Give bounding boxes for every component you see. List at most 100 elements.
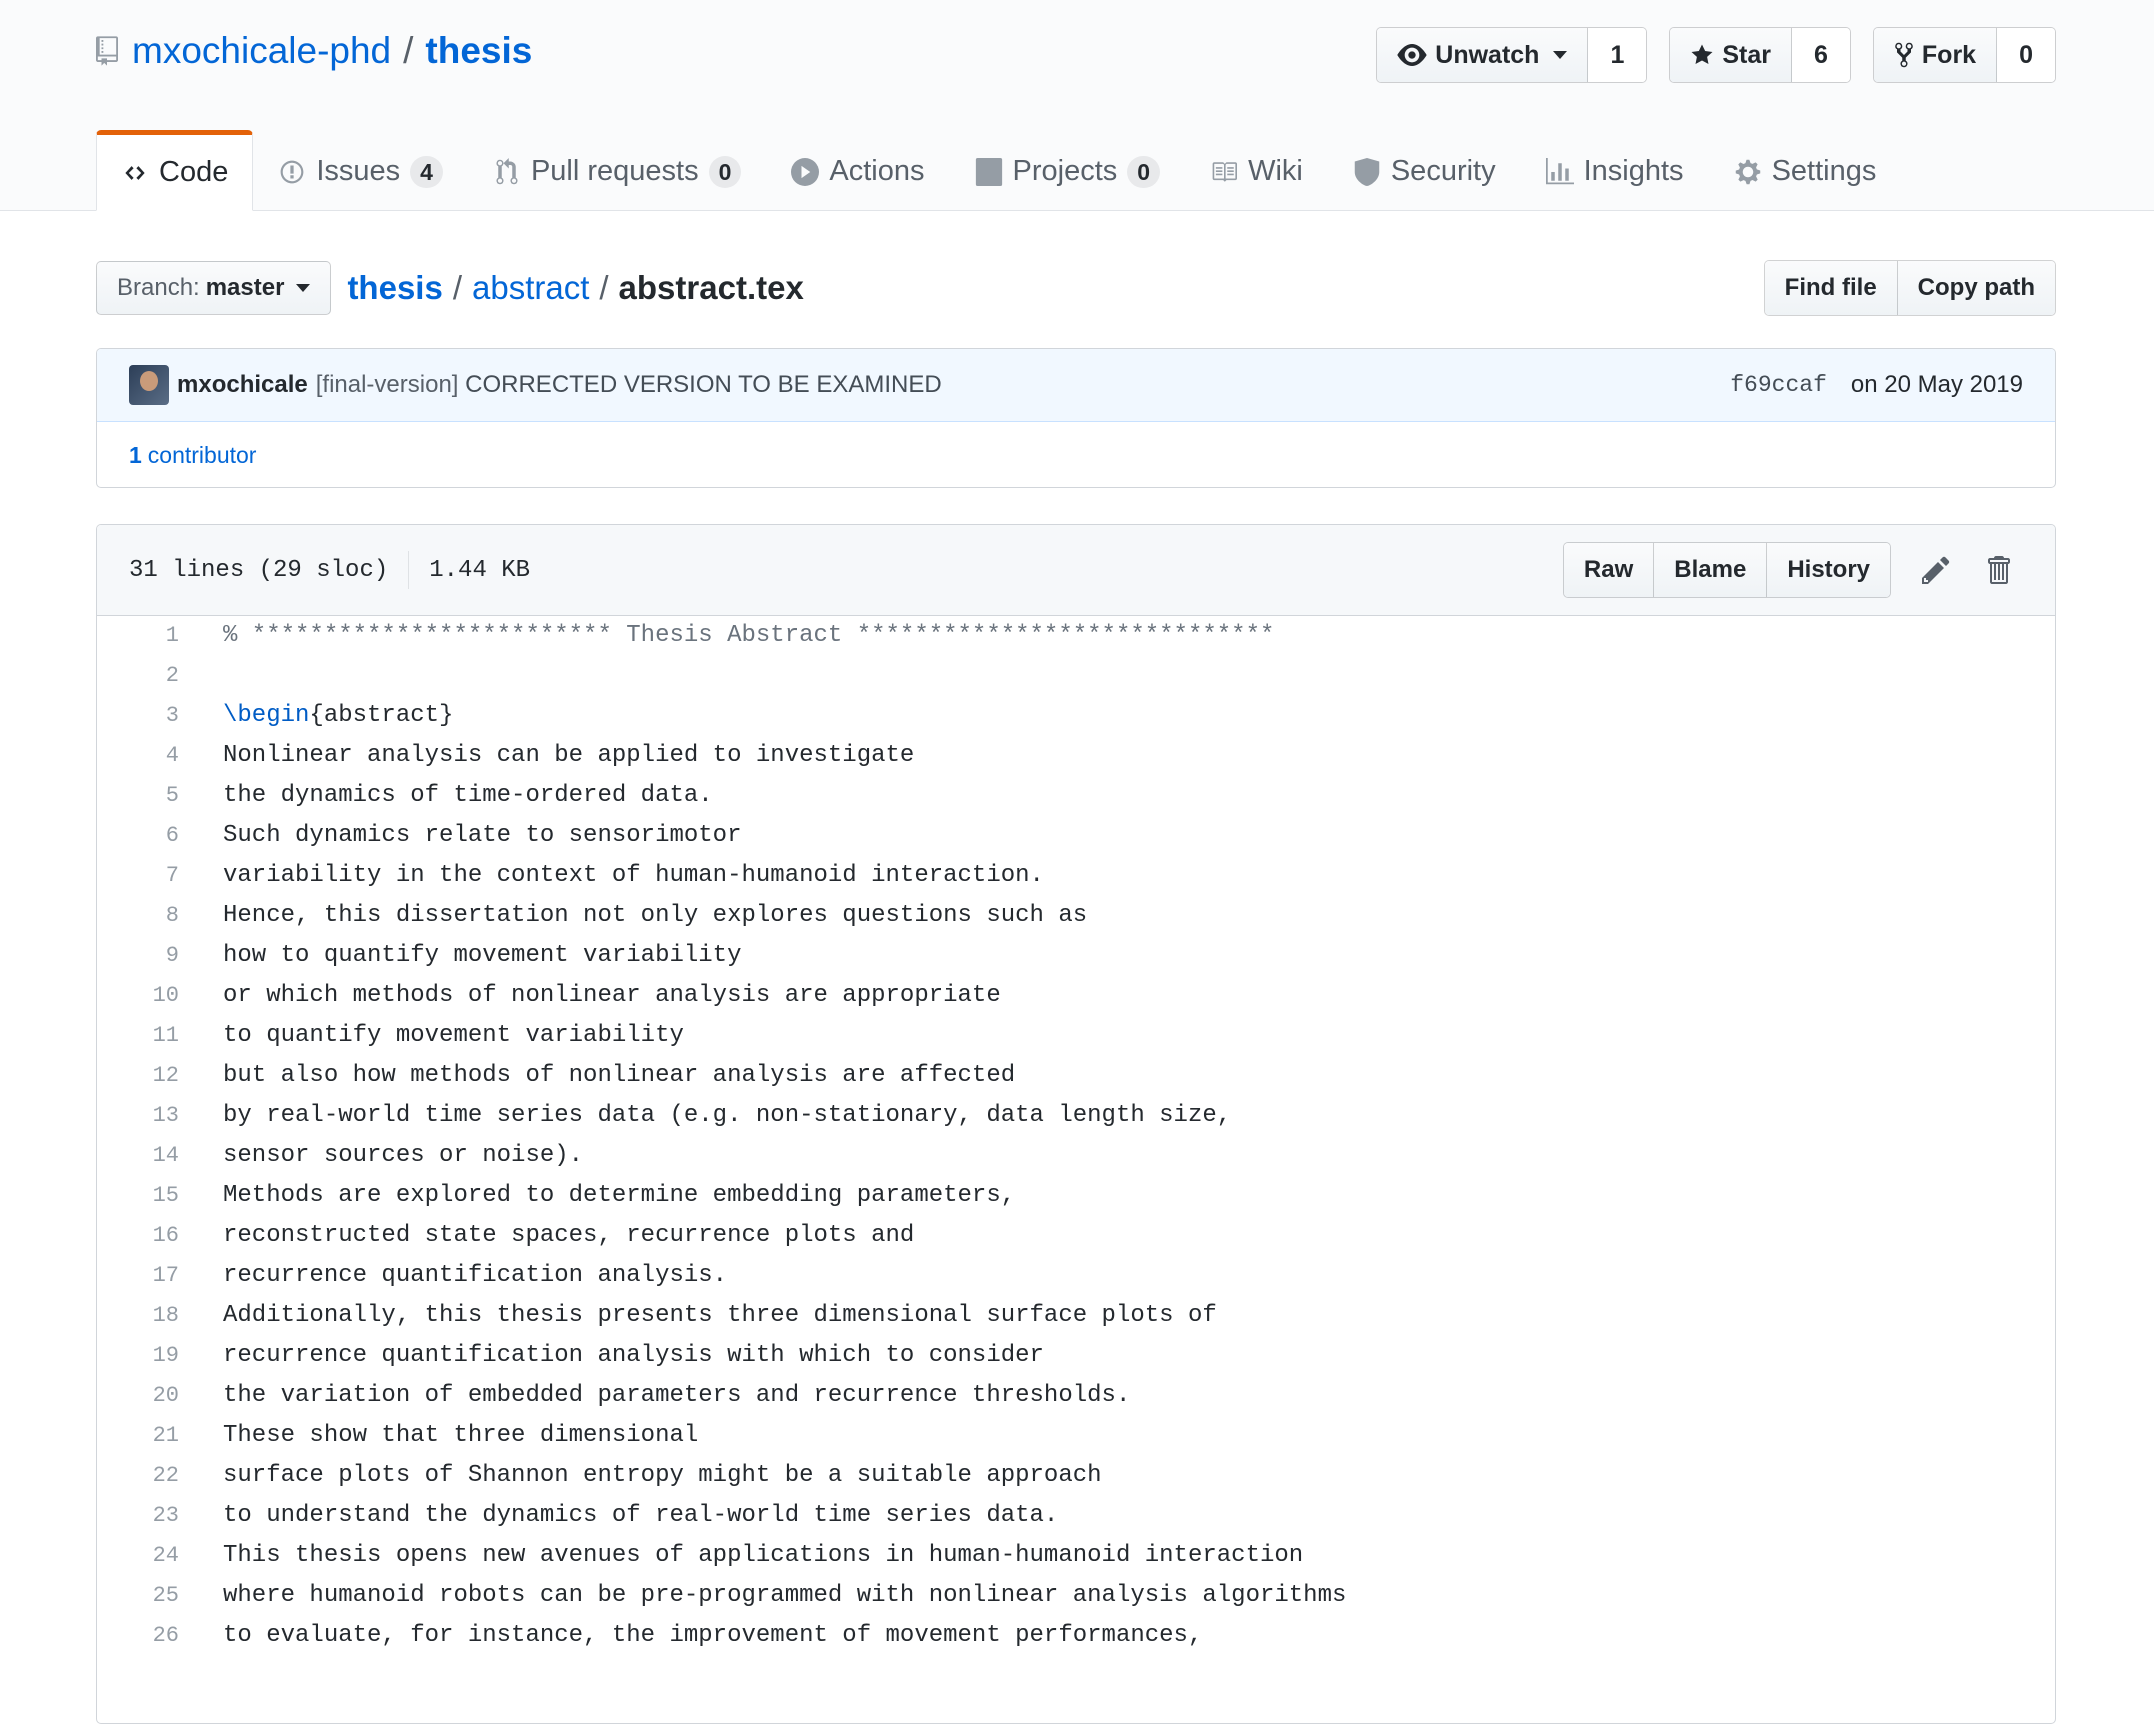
code-line: 6 Such dynamics relate to sensorimotor	[97, 816, 2055, 856]
fork-button[interactable]: Fork	[1873, 28, 1998, 82]
breadcrumb-root[interactable]: thesis	[347, 269, 442, 307]
watch-group: Unwatch 1	[1376, 27, 1648, 83]
line-number[interactable]: 11	[97, 1016, 203, 1056]
line-number[interactable]: 21	[97, 1416, 203, 1456]
watch-count[interactable]: 1	[1588, 28, 1647, 82]
branch-prefix: Branch:	[117, 274, 200, 301]
repo-name-link[interactable]: thesis	[425, 30, 532, 72]
line-number[interactable]: 12	[97, 1056, 203, 1096]
line-number[interactable]: 26	[97, 1616, 203, 1656]
tab-code[interactable]: Code	[96, 130, 254, 211]
shield-icon	[1353, 157, 1381, 186]
latex-command: \begin	[223, 702, 310, 729]
line-content: or which methods of nonlinear analysis a…	[223, 982, 1001, 1009]
delete-button[interactable]	[1981, 553, 2015, 587]
issues-counter: 4	[410, 155, 443, 188]
line-number[interactable]: 25	[97, 1576, 203, 1616]
code-line: 21 These show that three dimensional	[97, 1416, 2055, 1456]
commit-date: on 20 May 2019	[1850, 371, 2023, 398]
history-button[interactable]: History	[1766, 543, 1890, 597]
breadcrumb-file: abstract.tex	[618, 269, 804, 306]
line-number[interactable]: 13	[97, 1096, 203, 1136]
repo-icon	[96, 36, 118, 66]
book-icon	[1210, 158, 1238, 186]
line-number[interactable]: 16	[97, 1216, 203, 1256]
line-content: recurrence quantification analysis with …	[223, 1342, 1044, 1369]
find-file-button[interactable]: Find file	[1764, 261, 1897, 315]
avatar[interactable]	[129, 365, 169, 405]
fork-count[interactable]: 0	[1997, 28, 2055, 82]
line-content: surface plots of Shannon entropy might b…	[223, 1462, 1102, 1489]
breadcrumb-separator: /	[452, 269, 462, 306]
branch-selector[interactable]: Branch: master	[96, 261, 332, 315]
line-number[interactable]: 10	[97, 976, 203, 1016]
line-content: Hence, this dissertation not only explor…	[223, 902, 1088, 929]
tab-issues[interactable]: Issues 4	[253, 130, 468, 210]
line-number[interactable]: 4	[97, 736, 203, 776]
tab-projects[interactable]: Projects 0	[950, 130, 1186, 210]
line-number[interactable]: 22	[97, 1456, 203, 1496]
divider	[408, 551, 410, 589]
line-number[interactable]: 19	[97, 1336, 203, 1376]
line-number[interactable]: 6	[97, 816, 203, 856]
repo-title: mxochicale-phd / thesis	[96, 30, 532, 72]
line-number[interactable]: 3	[97, 696, 203, 736]
commit-author[interactable]: mxochicale	[177, 371, 308, 399]
commit-sha[interactable]: f69ccaf	[1730, 372, 1827, 398]
star-icon	[1691, 44, 1713, 64]
star-button[interactable]: Star	[1670, 28, 1792, 82]
line-number[interactable]: 9	[97, 936, 203, 976]
eye-icon	[1397, 44, 1427, 66]
code-line: 2	[97, 656, 2055, 696]
commit-message[interactable]: [final-version] CORRECTED VERSION TO BE …	[316, 371, 942, 399]
line-content: \begin{abstract}	[203, 696, 453, 736]
raw-button[interactable]: Raw	[1563, 543, 1654, 597]
line-number[interactable]: 14	[97, 1136, 203, 1176]
tab-issues-label: Issues	[316, 155, 401, 187]
tab-security[interactable]: Security	[1328, 130, 1521, 210]
tab-wiki[interactable]: Wiki	[1185, 130, 1328, 210]
file-box: 31 lines (29 sloc) 1.44 KB Raw Blame His…	[96, 524, 2056, 1724]
code-line: 1 % ************************* Thesis Abst…	[97, 616, 2055, 656]
pull-requests-counter: 0	[708, 155, 742, 188]
star-count[interactable]: 6	[1792, 28, 1850, 82]
line-content: to understand the dynamics of real-world…	[223, 1502, 1059, 1529]
line-number[interactable]: 7	[97, 856, 203, 896]
unwatch-label: Unwatch	[1435, 40, 1540, 69]
code-line: 23 to understand the dynamics of real-wor…	[97, 1496, 2055, 1536]
line-content: but also how methods of nonlinear analys…	[223, 1062, 1016, 1089]
line-content: the variation of embedded parameters and…	[223, 1382, 1131, 1409]
unwatch-button[interactable]: Unwatch	[1377, 28, 1589, 82]
trash-icon	[1988, 556, 2010, 584]
tab-code-label: Code	[159, 156, 229, 188]
edit-button[interactable]	[1919, 553, 1953, 587]
line-number[interactable]: 24	[97, 1536, 203, 1576]
line-number[interactable]: 8	[97, 896, 203, 936]
gear-icon	[1734, 158, 1762, 186]
copy-path-button[interactable]: Copy path	[1896, 261, 2055, 315]
tab-pull-requests[interactable]: Pull requests 0	[468, 130, 766, 210]
projects-counter: 0	[1127, 155, 1161, 188]
breadcrumb-dir[interactable]: abstract	[472, 269, 589, 307]
line-number[interactable]: 20	[97, 1376, 203, 1416]
line-number[interactable]: 2	[97, 656, 203, 696]
line-number[interactable]: 1	[97, 616, 203, 656]
line-content: Nonlinear analysis can be applied to inv…	[223, 742, 915, 769]
contributors-link[interactable]: 1 contributor	[97, 422, 2055, 487]
repo-owner-link[interactable]: mxochicale-phd	[132, 30, 391, 72]
line-number[interactable]: 5	[97, 776, 203, 816]
line-number[interactable]: 15	[97, 1176, 203, 1216]
code-line: 20 the variation of embedded parameters a…	[97, 1376, 2055, 1416]
play-icon	[791, 157, 820, 186]
blame-button[interactable]: Blame	[1653, 543, 1767, 597]
code-line: 9 how to quantify movement variability	[97, 936, 2055, 976]
tab-settings[interactable]: Settings	[1709, 130, 1902, 210]
tab-projects-label: Projects	[1012, 155, 1118, 187]
line-number[interactable]: 17	[97, 1256, 203, 1296]
line-number[interactable]: 18	[97, 1296, 203, 1336]
chevron-down-icon	[1553, 51, 1568, 59]
line-number[interactable]: 23	[97, 1496, 203, 1536]
graph-icon	[1545, 157, 1574, 186]
tab-actions[interactable]: Actions	[766, 130, 949, 210]
tab-insights[interactable]: Insights	[1521, 130, 1709, 210]
